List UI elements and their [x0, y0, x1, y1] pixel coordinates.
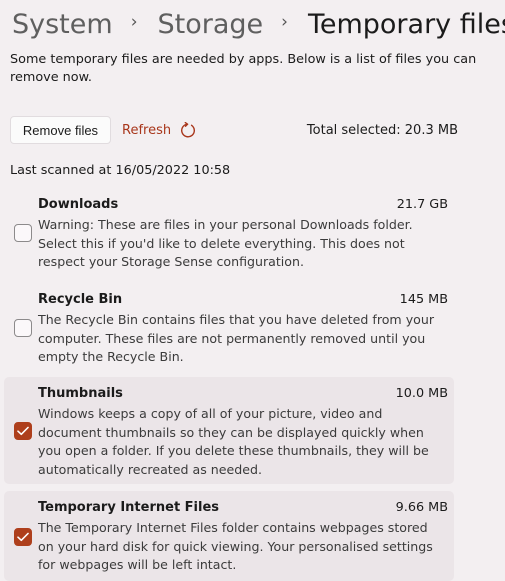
breadcrumb: System › Storage › Temporary files [12, 4, 505, 44]
temporary-internet-files-checkbox[interactable] [14, 528, 32, 546]
list-item-thumbnails[interactable]: Thumbnails 10.0 MB Windows keeps a copy … [4, 377, 454, 484]
chevron-right-icon: › [130, 12, 138, 32]
remove-files-button[interactable]: Remove files [10, 116, 111, 144]
item-size: 21.7 GB [396, 197, 448, 212]
checkmark-icon [17, 426, 29, 436]
item-description: The Temporary Internet Files folder cont… [38, 520, 433, 573]
recycle-bin-checkbox[interactable] [14, 319, 32, 337]
refresh-button[interactable]: Refresh [122, 122, 196, 139]
last-scanned: Last scanned at 16/05/2022 10:58 [10, 163, 231, 178]
item-description: Windows keeps a copy of all of your pict… [38, 406, 429, 478]
breadcrumb-system[interactable]: System [12, 9, 113, 40]
item-name: Temporary Internet Files [38, 500, 220, 515]
item-size: 9.66 MB [395, 500, 448, 515]
total-selected: Total selected: 20.3 MB [306, 123, 458, 138]
downloads-checkbox[interactable] [14, 224, 32, 242]
page-title: Temporary files [307, 8, 505, 40]
breadcrumb-storage[interactable]: Storage [158, 9, 264, 40]
item-description: Warning: These are files in your persona… [38, 217, 413, 270]
refresh-icon [181, 122, 196, 138]
toolbar: Remove files Refresh Total selected: 20.… [10, 116, 458, 146]
chevron-right-icon: › [281, 12, 288, 32]
list-item-downloads[interactable]: Downloads 21.7 GB Warning: These are fil… [4, 188, 454, 276]
item-description: The Recycle Bin contains files that you … [38, 312, 435, 365]
temp-file-list: Downloads 21.7 GB Warning: These are fil… [4, 188, 454, 581]
item-name: Recycle Bin [38, 292, 123, 307]
intro-text: Some temporary files are needed by apps.… [10, 52, 477, 85]
refresh-label: Refresh [122, 123, 172, 138]
list-item-recycle-bin[interactable]: Recycle Bin 145 MB The Recycle Bin conta… [4, 283, 454, 372]
checkmark-icon [17, 532, 29, 542]
thumbnails-checkbox[interactable] [14, 422, 32, 440]
item-name: Thumbnails [38, 386, 123, 401]
list-item-temporary-internet-files[interactable]: Temporary Internet Files 9.66 MB The Tem… [4, 491, 454, 581]
item-name: Downloads [38, 197, 119, 212]
item-size: 10.0 MB [395, 386, 448, 401]
item-size: 145 MB [399, 292, 448, 307]
